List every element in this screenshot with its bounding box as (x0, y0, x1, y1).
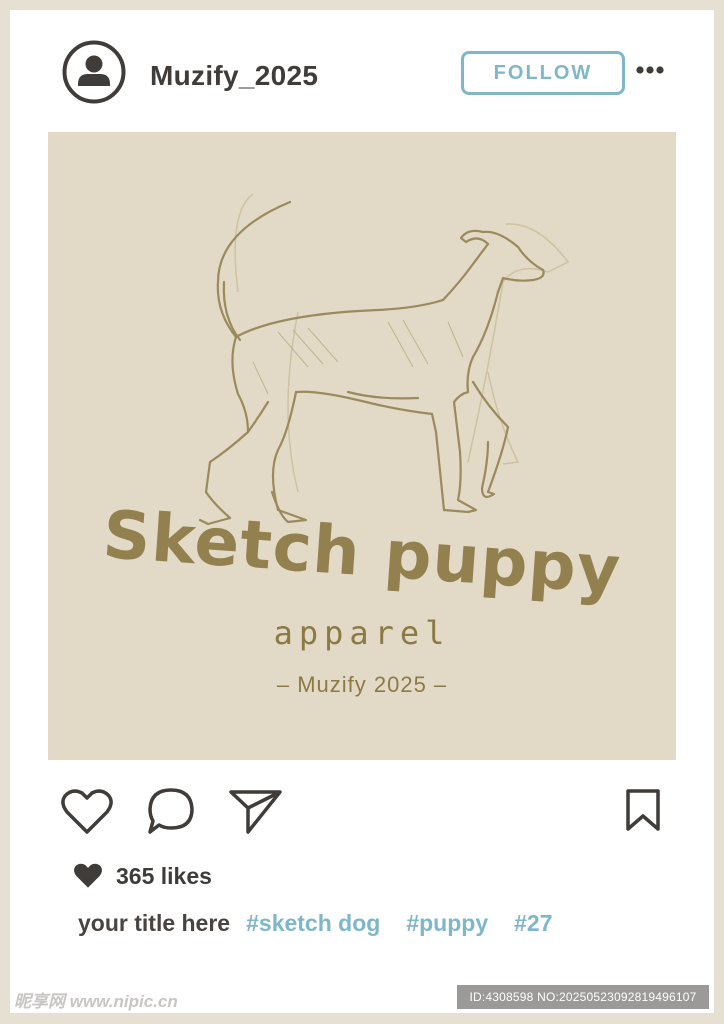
hashtag-sketch-dog[interactable]: #sketch dog (246, 910, 380, 937)
watermark-site: 昵享网 www.nipic.cn (14, 992, 178, 1011)
filled-heart-icon (73, 863, 103, 888)
brand-credit: – Muzify 2025 – (276, 672, 448, 697)
caption-title: your title here (78, 910, 231, 936)
heart-icon[interactable] (60, 788, 114, 836)
follow-button[interactable]: FOLLOW (461, 51, 625, 95)
likes-count[interactable]: 365 likes (116, 863, 212, 890)
caption: your title here #sketch dog #puppy #27 (78, 910, 578, 937)
send-icon[interactable] (228, 788, 284, 836)
likes-row: 365 likes (72, 862, 212, 890)
post-image[interactable]: Sketch puppy apparel – Muzify 2025 – (48, 132, 676, 760)
brand-subtitle: apparel (273, 614, 451, 652)
more-dots-icon[interactable] (636, 62, 664, 78)
hashtag-27[interactable]: #27 (514, 910, 552, 937)
user-avatar-icon[interactable] (62, 40, 126, 104)
hashtag-puppy[interactable]: #puppy (406, 910, 488, 937)
dog-sketch-illustration (198, 193, 570, 526)
comment-icon[interactable] (146, 786, 196, 836)
post-card: Muzify_2025 FOLLOW Sketch puppy apparel … (10, 10, 714, 1013)
bookmark-icon[interactable] (625, 788, 661, 832)
username[interactable]: Muzify_2025 (150, 60, 318, 92)
watermark-id: ID:4308598 NO:20250523092819496107 (457, 985, 709, 1009)
